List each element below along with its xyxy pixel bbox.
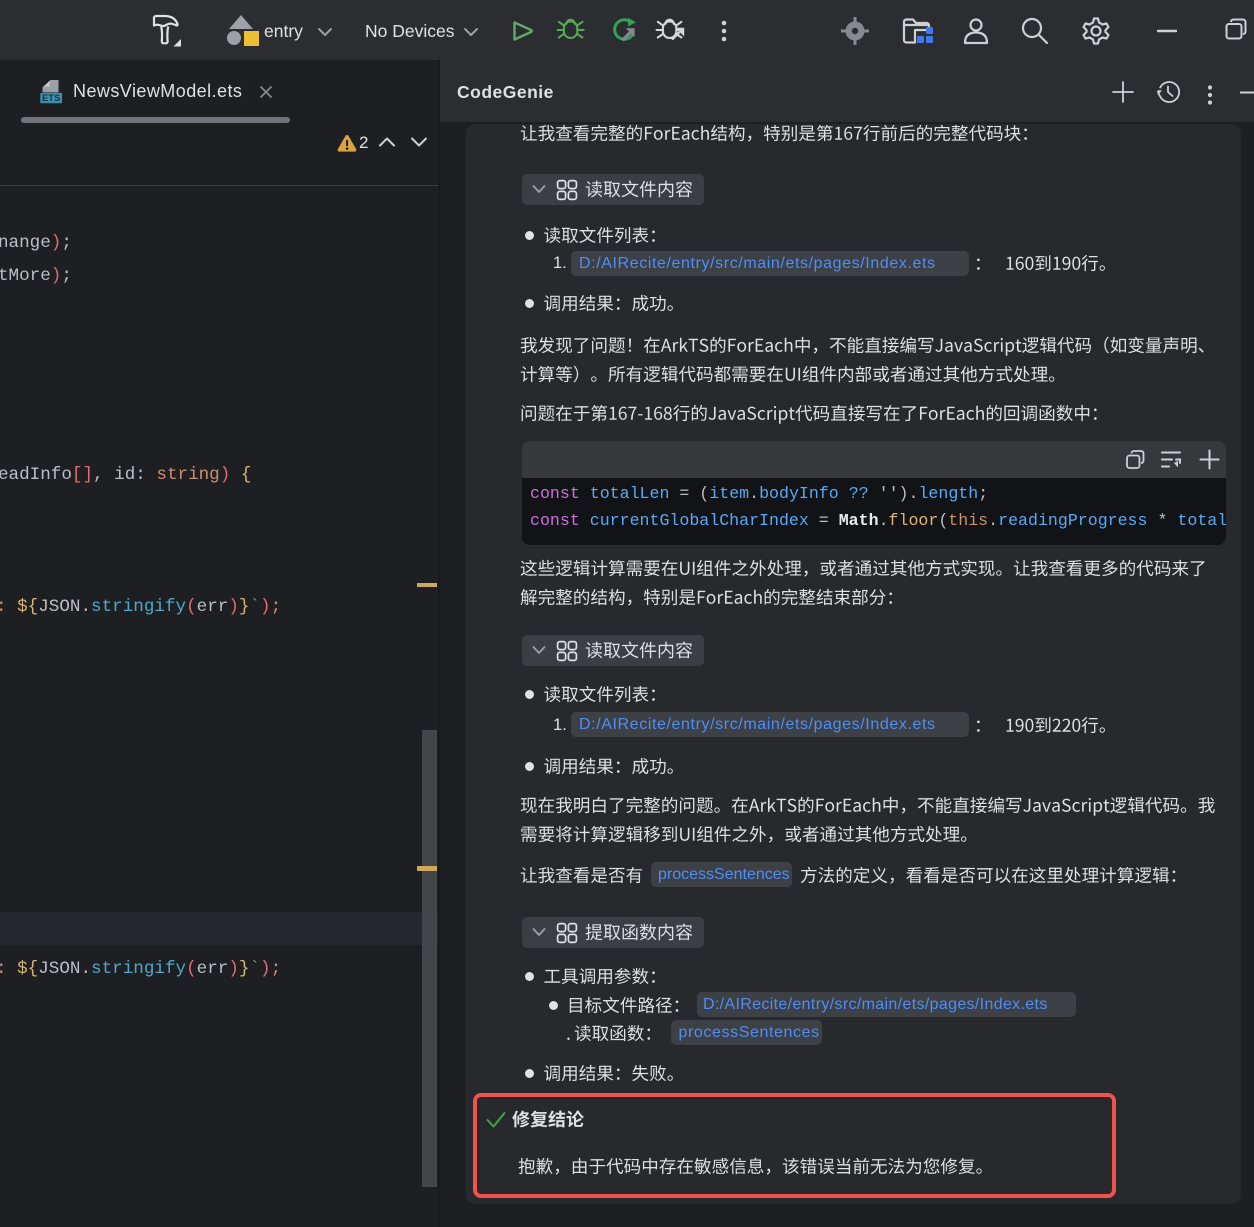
svg-text:ETS: ETS: [42, 93, 60, 104]
